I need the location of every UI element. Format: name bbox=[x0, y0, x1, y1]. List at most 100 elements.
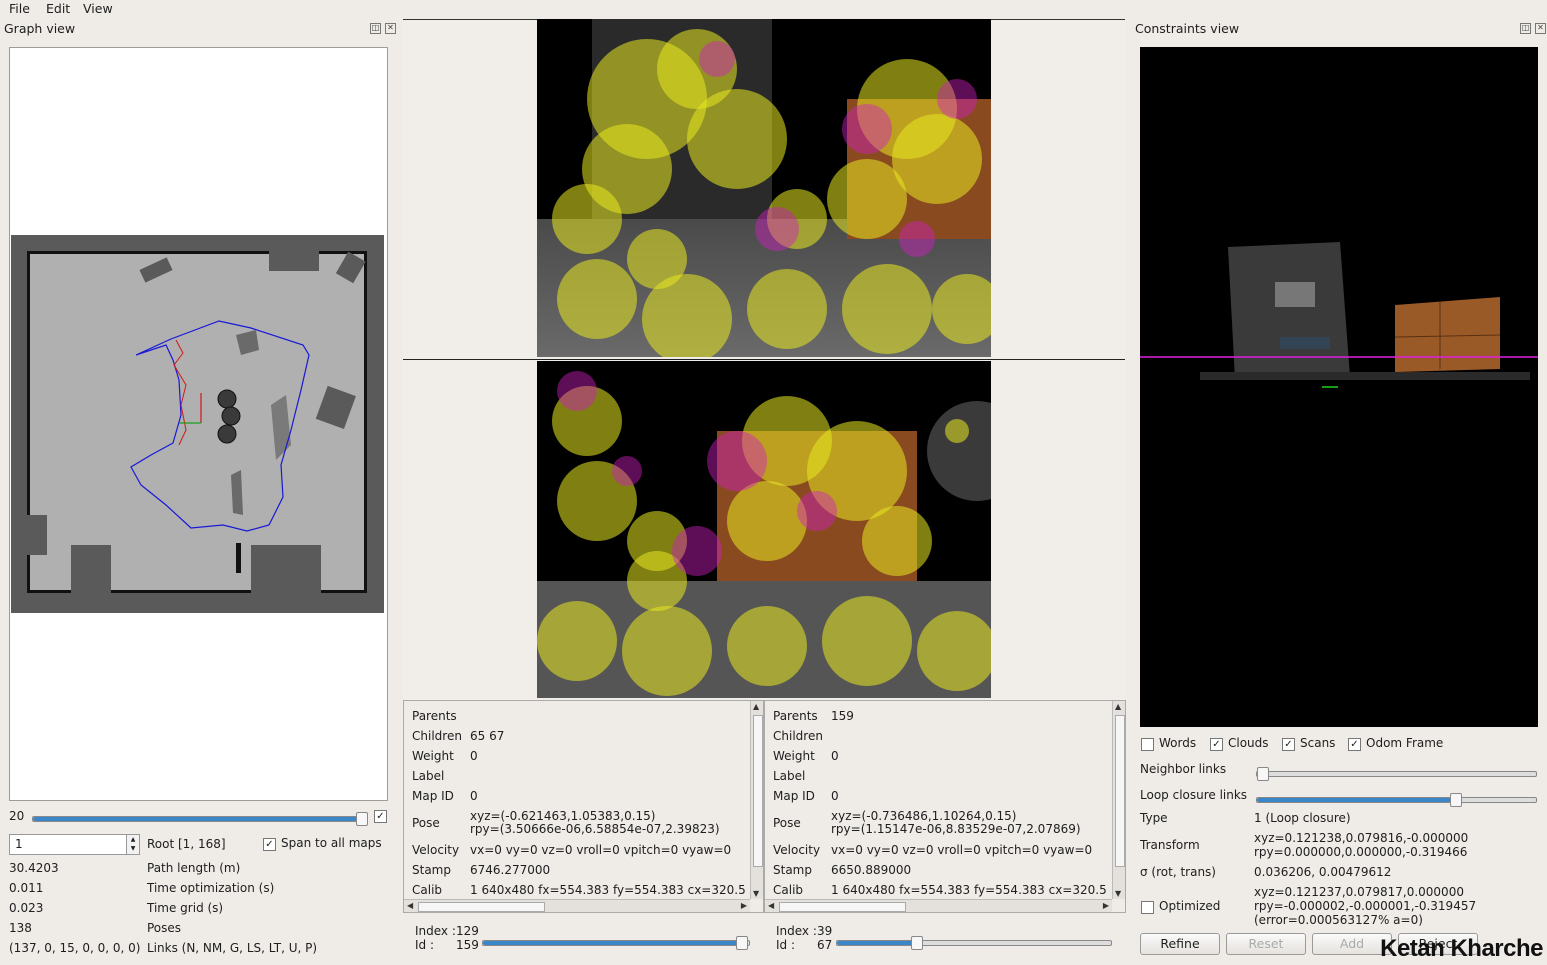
right-index-value: 39 bbox=[817, 924, 833, 938]
clouds-checkbox[interactable]: ✓ bbox=[1210, 738, 1223, 751]
right-slider-fill bbox=[837, 941, 917, 945]
scroll-up-icon[interactable]: ▲ bbox=[1115, 702, 1121, 711]
scans-label: Scans bbox=[1300, 736, 1336, 750]
pose-rpy: rpy=(3.50666e-06,6.58854e-07,2.39823) bbox=[470, 822, 720, 836]
velocity-value: vx=0 vy=0 vz=0 vroll=0 vpitch=0 vyaw=0 bbox=[470, 843, 732, 857]
words-checkbox[interactable] bbox=[1141, 738, 1154, 751]
pose-rpy: rpy=(1.15147e-06,8.83529e-07,2.07869) bbox=[831, 822, 1081, 836]
close-icon[interactable]: ✕ bbox=[385, 23, 396, 34]
node-info-right[interactable]: Parents 159 Children Weight 0 Label Map … bbox=[764, 700, 1126, 913]
weight-label: Weight bbox=[773, 749, 815, 763]
clouds-label: Clouds bbox=[1228, 736, 1269, 750]
left-horizontal-scrollbar[interactable]: ◀ ▶ bbox=[404, 899, 750, 912]
graph-canvas[interactable] bbox=[9, 47, 388, 801]
parents-label: Parents bbox=[412, 709, 457, 723]
scroll-down-icon[interactable]: ▼ bbox=[1115, 889, 1121, 898]
neighbor-links-slider[interactable] bbox=[1256, 767, 1537, 781]
graph-slider-value: 20 bbox=[9, 809, 25, 823]
poses-value: 138 bbox=[9, 921, 32, 935]
children-value: 65 67 bbox=[470, 729, 505, 743]
scans-checkbox[interactable]: ✓ bbox=[1282, 738, 1295, 751]
left-slider-fill bbox=[483, 941, 742, 945]
left-index-slider[interactable] bbox=[482, 936, 750, 950]
reset-button[interactable]: Reset bbox=[1226, 933, 1306, 955]
right-vertical-scrollbar[interactable]: ▲ ▼ bbox=[1112, 701, 1125, 899]
graph-slider[interactable] bbox=[32, 812, 368, 826]
right-horizontal-scrollbar[interactable]: ◀ ▶ bbox=[765, 899, 1112, 912]
time-optimization-value: 0.011 bbox=[9, 881, 44, 895]
scroll-right-icon[interactable]: ▶ bbox=[1103, 901, 1109, 910]
odom-frame-checkbox[interactable]: ✓ bbox=[1348, 738, 1361, 751]
span-all-maps-checkbox[interactable]: ✓ bbox=[263, 838, 276, 851]
pose-xyz: xyz=(-0.736486,1.10264,0.15) bbox=[831, 809, 1017, 823]
weight-value: 0 bbox=[831, 749, 839, 763]
type-value: 1 (Loop closure) bbox=[1254, 811, 1351, 825]
graph-slider-checkbox[interactable]: ✓ bbox=[374, 810, 387, 823]
float-icon[interactable]: ◫ bbox=[1520, 23, 1531, 34]
graph-view-dock-buttons: ◫ ✕ bbox=[370, 23, 396, 34]
optimized-checkbox[interactable] bbox=[1141, 901, 1154, 914]
stamp-label: Stamp bbox=[773, 863, 812, 877]
right-hscroll-thumb[interactable] bbox=[779, 902, 906, 912]
loop-slider-handle[interactable] bbox=[1450, 793, 1463, 807]
scroll-left-icon[interactable]: ◀ bbox=[768, 901, 774, 910]
children-label: Children bbox=[412, 729, 462, 743]
root-spinbox-value: 1 bbox=[15, 837, 23, 851]
scroll-left-icon[interactable]: ◀ bbox=[407, 901, 413, 910]
image-view-bottom[interactable] bbox=[537, 361, 991, 698]
left-hscroll-thumb[interactable] bbox=[418, 902, 545, 912]
right-index-slider[interactable] bbox=[836, 936, 1112, 950]
constraints-3d-view[interactable] bbox=[1140, 47, 1538, 727]
image-bottom-features bbox=[537, 371, 991, 698]
loop-slider-fill bbox=[1257, 798, 1456, 802]
constraints-cloud-render bbox=[1140, 242, 1538, 388]
menu-file[interactable]: File bbox=[9, 1, 30, 16]
path-length-value: 30.4203 bbox=[9, 861, 59, 875]
calib-value: 1 640x480 fx=554.383 fy=554.383 cx=320.5 bbox=[470, 883, 746, 897]
loop-closure-slider[interactable] bbox=[1256, 793, 1537, 807]
left-vscroll-thumb[interactable] bbox=[753, 715, 763, 867]
optimized-rpy: rpy=-0.000002,-0.000001,-0.319457 bbox=[1254, 899, 1477, 913]
stamp-label: Stamp bbox=[412, 863, 451, 877]
right-slider-handle[interactable] bbox=[911, 936, 924, 950]
left-vertical-scrollbar[interactable]: ▲ ▼ bbox=[750, 701, 763, 899]
graph-slider-fill bbox=[33, 817, 366, 821]
constraints-view-title: Constraints view bbox=[1135, 21, 1240, 36]
occupancy-grid-map bbox=[11, 235, 384, 613]
mapid-label: Map ID bbox=[412, 789, 454, 803]
node-info-left[interactable]: Parents Children 65 67 Weight 0 Label Ma… bbox=[403, 700, 764, 913]
weight-value: 0 bbox=[470, 749, 478, 763]
pose-xyz: xyz=(-0.621463,1.05383,0.15) bbox=[470, 809, 656, 823]
float-icon[interactable]: ◫ bbox=[370, 23, 381, 34]
left-id-label: Id : bbox=[415, 938, 435, 952]
neighbor-slider-handle[interactable] bbox=[1257, 767, 1269, 781]
menu-bar: File Edit View bbox=[0, 0, 1547, 18]
type-label: Type bbox=[1140, 811, 1168, 825]
sigma-value: 0.036206, 0.00479612 bbox=[1254, 865, 1392, 879]
scroll-right-icon[interactable]: ▶ bbox=[741, 901, 747, 910]
weight-label: Weight bbox=[412, 749, 454, 763]
image-top-features bbox=[537, 19, 991, 357]
scroll-down-icon[interactable]: ▼ bbox=[753, 889, 759, 898]
watermark: Ketan Kharche bbox=[1380, 935, 1543, 962]
transform-rpy: rpy=0.000000,0.000000,-0.319466 bbox=[1254, 845, 1468, 859]
root-spinbox[interactable]: 1 bbox=[9, 834, 128, 855]
root-label: Root [1, 168] bbox=[147, 837, 226, 851]
close-icon[interactable]: ✕ bbox=[1535, 23, 1546, 34]
mapid-value: 0 bbox=[831, 789, 839, 803]
menu-view[interactable]: View bbox=[83, 1, 113, 16]
menu-edit[interactable]: Edit bbox=[46, 1, 70, 16]
left-slider-handle[interactable] bbox=[736, 936, 749, 950]
image-divider bbox=[403, 359, 1125, 360]
image-view-top[interactable] bbox=[537, 19, 991, 357]
time-optimization-label: Time optimization (s) bbox=[147, 881, 275, 895]
graph-slider-handle[interactable] bbox=[356, 812, 368, 826]
spin-arrows-icon[interactable]: ▲ ▼ bbox=[126, 834, 140, 855]
velocity-label: Velocity bbox=[412, 843, 460, 857]
optimized-xyz: xyz=0.121237,0.079817,0.000000 bbox=[1254, 885, 1464, 899]
right-index-label: Index : bbox=[776, 924, 817, 938]
time-grid-label: Time grid (s) bbox=[147, 901, 224, 915]
scroll-up-icon[interactable]: ▲ bbox=[753, 702, 759, 711]
refine-button[interactable]: Refine bbox=[1140, 933, 1220, 955]
right-vscroll-thumb[interactable] bbox=[1115, 715, 1125, 867]
